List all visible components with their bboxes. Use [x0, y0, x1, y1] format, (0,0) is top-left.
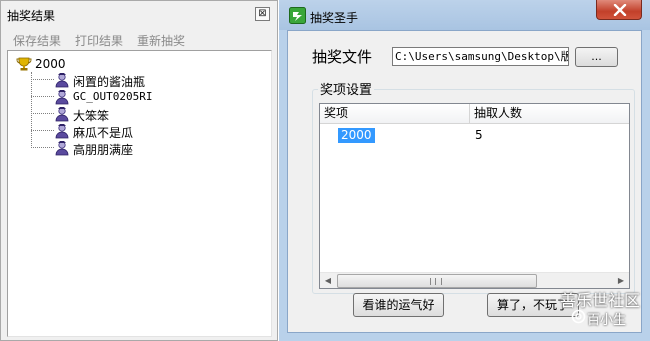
file-label: 抽奖文件 — [312, 48, 373, 66]
lottery-window-title: 抽奖圣手 — [310, 11, 359, 25]
user-icon — [55, 73, 69, 88]
column-header-prize[interactable]: 奖项 — [320, 104, 470, 124]
prize-cell[interactable]: 2000 — [338, 128, 375, 143]
user-icon — [55, 141, 69, 156]
user-icon — [55, 124, 69, 139]
tree-child-label: GC_OUT0205RI — [73, 90, 153, 103]
trophy-icon — [16, 57, 32, 71]
menu-redraw[interactable]: 重新抽奖 — [137, 32, 185, 49]
close-icon — [613, 4, 627, 16]
results-close-button[interactable]: ⊠ — [255, 7, 270, 21]
tree-connector — [31, 79, 54, 80]
watermark-author: 百小生 — [587, 313, 627, 328]
menu-save-results[interactable]: 保存结果 — [13, 32, 61, 49]
scrollbar-grip — [430, 278, 442, 285]
app-icon — [289, 7, 306, 24]
tree-connector — [31, 72, 32, 148]
tree-child-label: 高朋朋满座 — [73, 143, 134, 157]
results-tree[interactable]: 2000 闲置的酱油瓶 GC_OUT0205RI 大笨笨 麻瓜不是瓜 高朋朋满座 — [7, 50, 272, 337]
lottery-window-titlebar[interactable]: 抽奖圣手 — [279, 0, 650, 30]
tree-connector — [31, 130, 54, 131]
tree-child-label: 闲置的酱油瓶 — [73, 75, 146, 89]
prize-list-header: 奖项 抽取人数 — [320, 104, 629, 124]
user-icon — [55, 107, 69, 122]
tree-root-label: 2000 — [35, 57, 66, 71]
tree-child-node[interactable]: GC_OUT0205RI — [54, 89, 234, 105]
column-header-count[interactable]: 抽取人数 — [470, 104, 629, 124]
tree-connector — [31, 147, 54, 148]
draw-button[interactable]: 看谁的运气好 — [353, 293, 444, 317]
file-path-input[interactable]: C:\Users\samsung\Desktop\版块 — [392, 47, 569, 66]
prize-row[interactable]: 2000 5 — [320, 127, 629, 144]
tree-child-node[interactable]: 大笨笨 — [54, 106, 234, 123]
tree-connector — [31, 96, 54, 97]
scroll-left-arrow[interactable]: ◀ — [320, 273, 336, 288]
watermark-site: 善乐世社区 — [560, 291, 641, 310]
count-cell[interactable]: 5 — [475, 128, 483, 143]
prize-list[interactable]: 奖项 抽取人数 2000 5 ◀ ▶ — [319, 103, 630, 289]
results-window-title: 抽奖结果 — [7, 9, 56, 23]
scrollbar-thumb[interactable] — [337, 274, 537, 288]
results-window: 抽奖结果 ⊠ 保存结果 打印结果 重新抽奖 2000 闲置的酱油瓶 GC_OUT… — [0, 0, 278, 341]
tree-child-label: 麻瓜不是瓜 — [73, 126, 134, 140]
results-menubar: 保存结果 打印结果 重新抽奖 — [1, 29, 277, 49]
menu-print-results[interactable]: 打印结果 — [75, 32, 123, 49]
prize-settings-title: 奖项设置 — [318, 79, 375, 98]
user-icon — [55, 90, 69, 105]
horizontal-scrollbar[interactable]: ◀ ▶ — [320, 272, 629, 288]
tree-child-node[interactable]: 麻瓜不是瓜 — [54, 123, 234, 140]
tree-child-node[interactable]: 高朋朋满座 — [54, 140, 234, 157]
results-window-titlebar[interactable]: 抽奖结果 ⊠ — [1, 1, 277, 27]
at-icon — [571, 309, 586, 324]
window-close-button[interactable] — [596, 0, 642, 20]
browse-button[interactable]: ... — [575, 47, 618, 67]
tree-connector — [31, 113, 54, 114]
tree-child-label: 大笨笨 — [73, 109, 110, 123]
tree-child-node[interactable]: 闲置的酱油瓶 — [54, 72, 234, 89]
tree-root-node[interactable]: 2000 — [16, 56, 76, 72]
